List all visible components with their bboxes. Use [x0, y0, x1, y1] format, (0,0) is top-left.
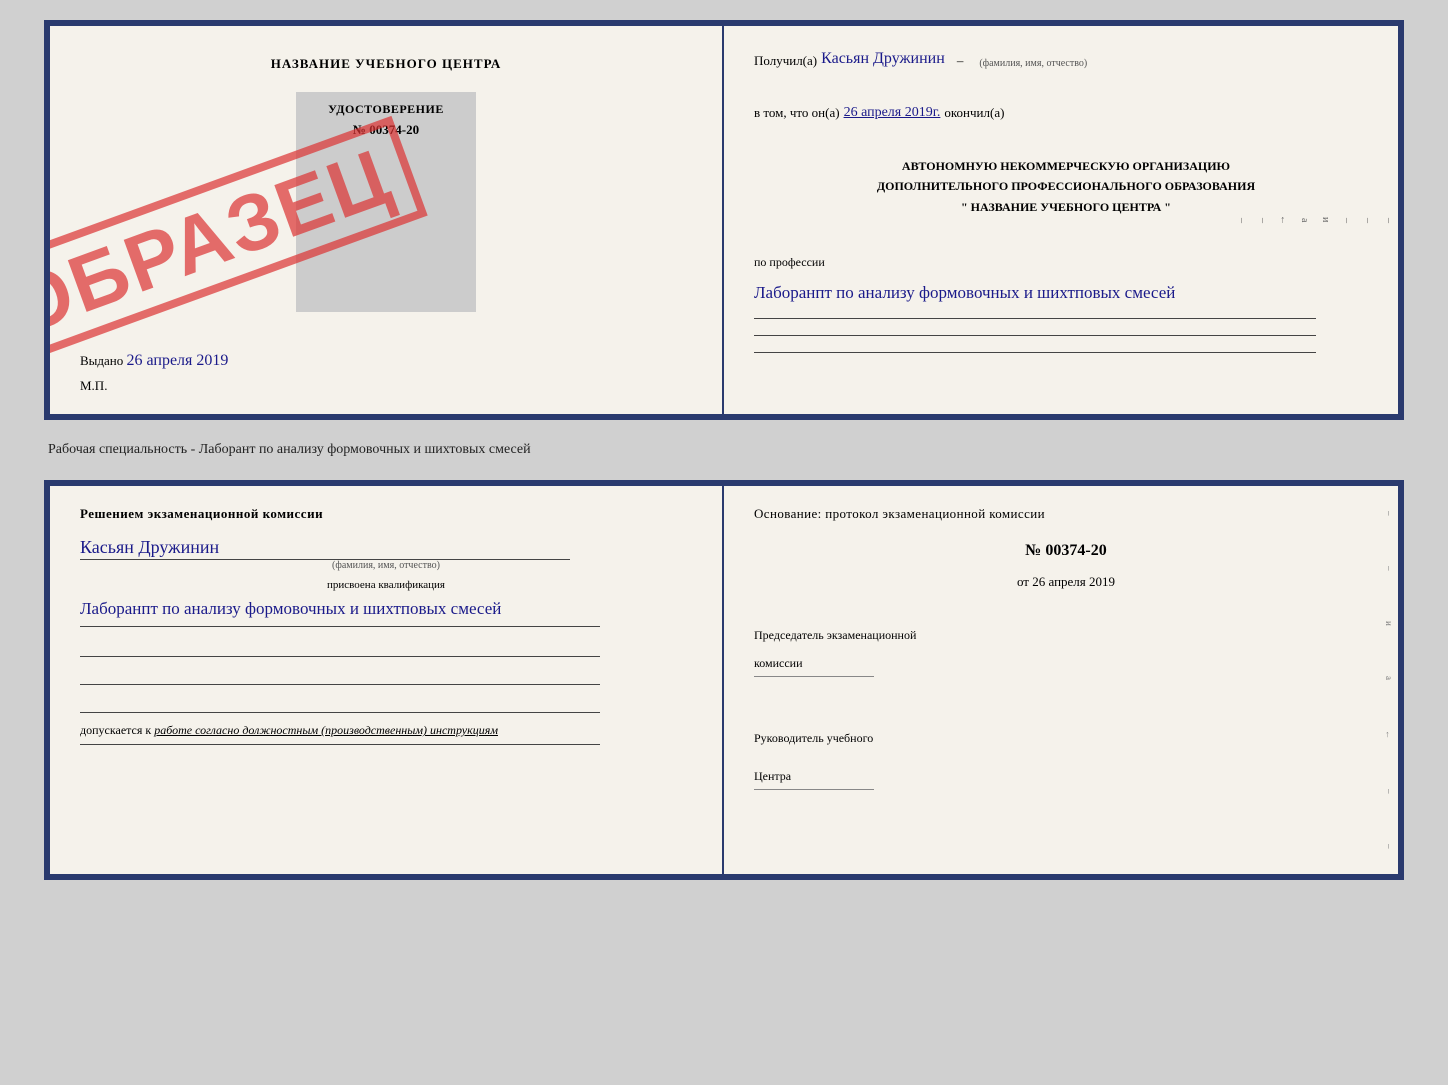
kvali-text: Лаборанпт по анализу формовочных и шихтп…	[80, 595, 692, 622]
top-doc-bottom: Выдано 26 апреля 2019 М.П.	[80, 337, 692, 394]
vydano-label: Выдано	[80, 353, 123, 368]
dopuskaetsya-block: допускается к работе согласно должностны…	[80, 723, 692, 738]
right-side-marks: – – – и а ← – –	[1236, 26, 1394, 414]
vtom-date: 26 апреля 2019г.	[844, 102, 941, 124]
dopuskaetsya-text: работе согласно должностным (производств…	[154, 723, 498, 737]
chairman-block: Председатель экзаменационной комиссии	[754, 616, 1378, 681]
rukov-sig-line	[754, 789, 874, 790]
protocol-number: № 00374-20	[754, 542, 1378, 560]
cert-label: УДОСТОВЕРЕНИЕ	[328, 102, 444, 117]
sig-line-3	[80, 693, 600, 713]
top-doc-right: Получил(a) Касьян Дружинин – (фамилия, и…	[724, 26, 1398, 414]
chairman-label2: комиссии	[754, 654, 1378, 672]
profession-underline3	[754, 352, 1316, 353]
dopuskaetsya-label: допускается к	[80, 723, 151, 737]
bottom-fio-label: (фамилия, имя, отчество)	[80, 560, 692, 571]
cert-number: № 00374-20	[353, 122, 419, 138]
top-doc-title: НАЗВАНИЕ УЧЕБНОГО ЦЕНТРА	[271, 56, 502, 72]
bottom-document: Решением экзаменационной комиссии Касьян…	[44, 480, 1404, 880]
profession-underline2	[754, 335, 1316, 336]
bottom-doc-right: Основание: протокол экзаменационной коми…	[724, 486, 1398, 874]
rukov-label1: Руководитель учебного	[754, 729, 1378, 747]
ot-line: от 26 апреля 2019	[754, 574, 1378, 590]
fio-sublabel: (фамилия, имя, отчество)	[979, 56, 1087, 72]
top-document: НАЗВАНИЕ УЧЕБНОГО ЦЕНТРА УДОСТОВЕРЕНИЕ №…	[44, 20, 1404, 420]
ot-label: от	[1017, 574, 1029, 589]
chairman-label1: Председатель экзаменационной	[754, 626, 1378, 644]
certificate-box: УДОСТОВЕРЕНИЕ № 00374-20	[296, 92, 476, 312]
sig-line-1	[80, 637, 600, 657]
osnov-label: Основание: протокол экзаменационной коми…	[754, 506, 1378, 522]
recipient-name: Касьян Дружинин	[821, 46, 945, 72]
profession-underline	[754, 318, 1316, 319]
okonchil-label: окончил(а)	[944, 103, 1004, 124]
rukov-label2: Центра	[754, 767, 1378, 785]
komissia-title: Решением экзаменационной комиссии	[80, 506, 692, 522]
rukov-block: Руководитель учебного Центра	[754, 709, 1378, 794]
sig-line-2	[80, 665, 600, 685]
mp-line: М.П.	[80, 378, 107, 394]
top-doc-left: НАЗВАНИЕ УЧЕБНОГО ЦЕНТРА УДОСТОВЕРЕНИЕ №…	[50, 26, 724, 414]
poluchil-label: Получил(a)	[754, 51, 817, 72]
kvali-label: присвоена квалификация	[80, 579, 692, 591]
specialty-text: Рабочая специальность - Лаборант по анал…	[44, 436, 1404, 464]
signature-lines	[80, 637, 692, 713]
bottom-doc-left: Решением экзаменационной комиссии Касьян…	[50, 486, 724, 874]
vydano-date: 26 апреля 2019	[127, 352, 229, 369]
kvali-underline1	[80, 626, 600, 627]
bottom-right-marks: – – и а ← – –	[1384, 486, 1394, 874]
chairman-sig-line	[754, 676, 874, 677]
vtom-label: в том, что он(а)	[754, 103, 840, 124]
ot-date: 26 апреля 2019	[1032, 574, 1115, 589]
bottom-name: Касьян Дружинин	[80, 537, 692, 558]
dopusk-underline	[80, 744, 600, 745]
vydano-line: Выдано 26 апреля 2019	[80, 352, 228, 370]
